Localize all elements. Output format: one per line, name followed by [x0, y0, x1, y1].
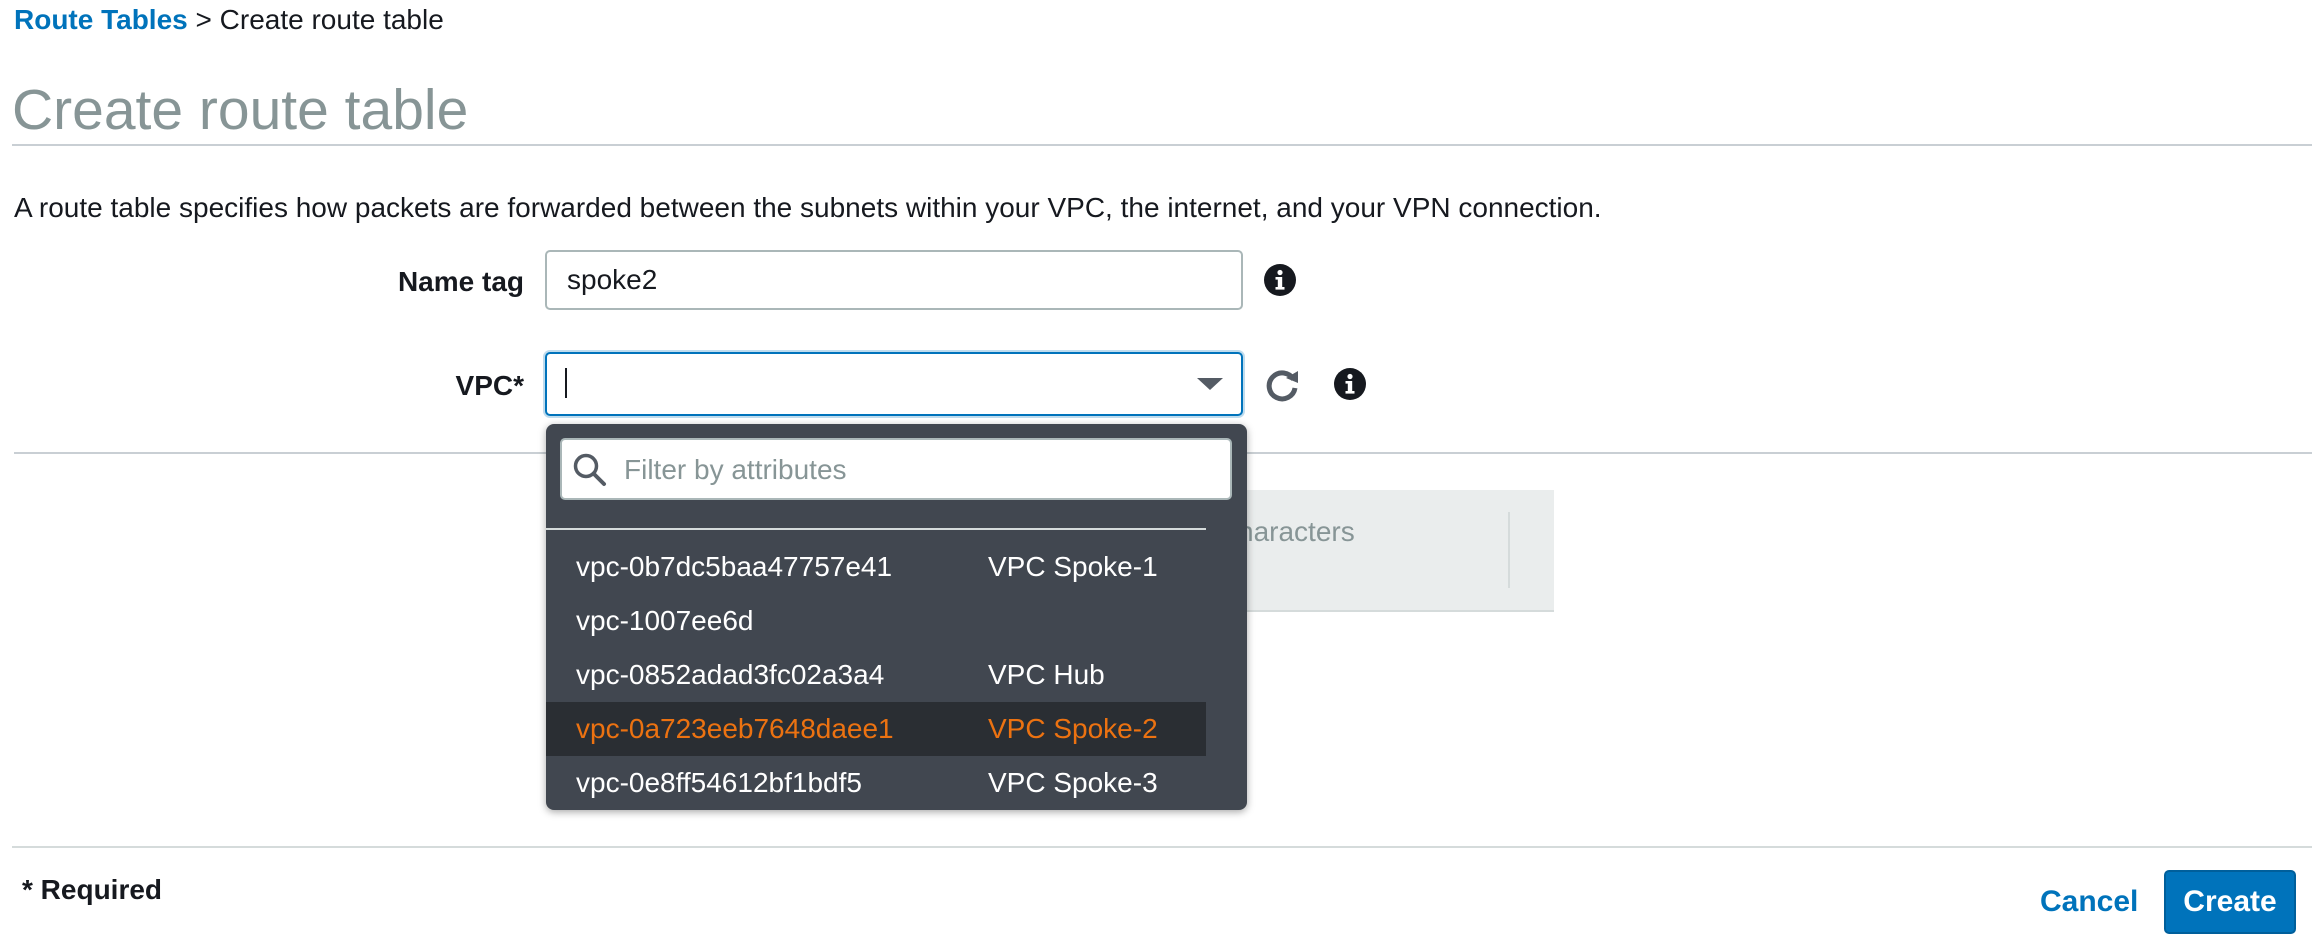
vpc-option[interactable]: vpc-0e8ff54612bf1bdf5 VPC Spoke-3	[546, 756, 1206, 810]
vpc-dropdown-menu: vpc-0b7dc5baa47757e41 VPC Spoke-1 vpc-10…	[546, 424, 1247, 810]
required-note: * Required	[22, 874, 163, 905]
chevron-down-icon[interactable]	[1197, 378, 1223, 390]
vpc-option-id: vpc-0b7dc5baa47757e41	[576, 551, 893, 582]
text-cursor	[565, 368, 567, 398]
page-description: A route table specifies how packets are …	[14, 192, 1602, 223]
vpc-option[interactable]: vpc-0852adad3fc02a3a4 VPC Hub	[546, 648, 1206, 702]
vpc-label: VPC*	[455, 370, 524, 401]
vpc-option-highlighted[interactable]: vpc-0a723eeb7648daee1 VPC Spoke-2	[546, 702, 1206, 756]
name-tag-input[interactable]	[545, 250, 1243, 310]
cancel-button[interactable]: Cancel	[2040, 882, 2138, 922]
vpc-option-name: VPC Spoke-3	[988, 767, 1158, 798]
vpc-option[interactable]: vpc-0b7dc5baa47757e41 VPC Spoke-1	[546, 540, 1206, 594]
vpc-select[interactable]	[545, 352, 1243, 416]
breadcrumb-current: Create route table	[219, 4, 444, 35]
filter-box	[560, 438, 1232, 500]
tags-panel-text: haracters	[1238, 516, 1355, 547]
filter-input[interactable]	[622, 440, 1226, 500]
vpc-option-name: VPC Spoke-1	[988, 551, 1158, 582]
vpc-option-id: vpc-0852adad3fc02a3a4	[576, 659, 885, 690]
create-button[interactable]: Create	[2164, 870, 2296, 934]
refresh-icon[interactable]	[1264, 366, 1302, 404]
page-title: Create route table	[12, 78, 469, 142]
breadcrumb-separator: >	[195, 4, 212, 35]
title-divider	[12, 144, 2312, 146]
breadcrumb-route-tables-link[interactable]: Route Tables	[14, 4, 188, 35]
info-icon[interactable]	[1262, 262, 1298, 298]
vpc-option-id: vpc-0a723eeb7648daee1	[576, 713, 894, 744]
search-icon	[573, 453, 606, 486]
vpc-option[interactable]: vpc-1007ee6d	[546, 594, 1206, 648]
dropdown-separator	[546, 528, 1206, 530]
vpc-option-name: VPC Hub	[988, 659, 1105, 690]
footer-divider	[12, 846, 2312, 848]
breadcrumb: Route Tables > Create route table	[14, 0, 444, 40]
name-tag-label: Name tag	[397, 266, 524, 297]
tags-panel-divider	[1508, 512, 1510, 588]
vpc-option-name: VPC Spoke-2	[988, 713, 1158, 744]
vpc-option-id: vpc-0e8ff54612bf1bdf5	[576, 767, 862, 798]
info-icon[interactable]	[1332, 366, 1368, 402]
vpc-option-id: vpc-1007ee6d	[576, 605, 754, 636]
